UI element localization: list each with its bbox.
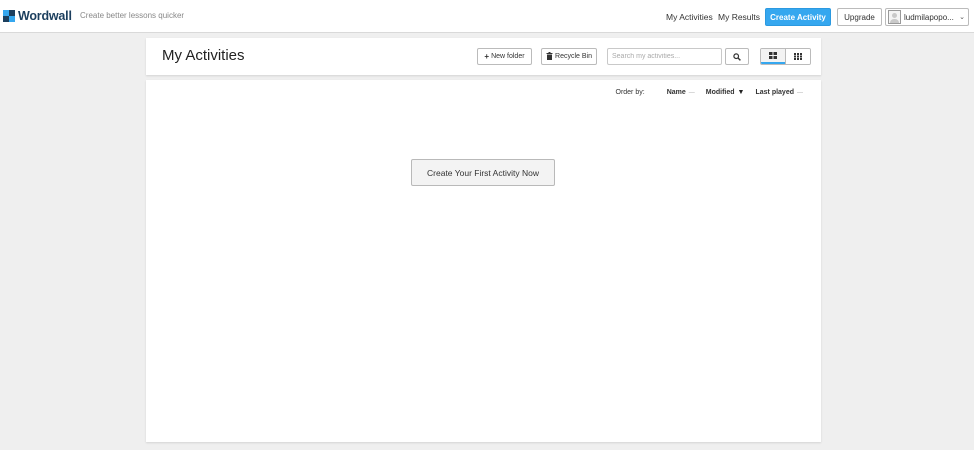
page-header: My Activities + New folder Recycle Bin (146, 38, 821, 75)
wordwall-logo[interactable]: Wordwall (3, 9, 72, 23)
view-toggle (760, 48, 811, 65)
plus-icon: + (484, 52, 490, 61)
sort-icon: — (797, 89, 803, 96)
logo-text: Wordwall (18, 9, 72, 23)
new-folder-label: New folder (491, 53, 525, 60)
order-by-label: Order by: (615, 89, 645, 96)
recycle-bin-label: Recycle Bin (555, 53, 592, 60)
recycle-bin-button[interactable]: Recycle Bin (541, 48, 597, 65)
search-input[interactable] (607, 48, 722, 65)
order-by-name[interactable]: Name — (667, 89, 695, 96)
view-small-grid-button[interactable] (785, 49, 810, 64)
page-title: My Activities (162, 47, 245, 64)
view-large-grid-button[interactable] (761, 49, 785, 64)
new-folder-button[interactable]: + New folder (477, 48, 532, 65)
search-button[interactable] (725, 48, 749, 65)
grid-large-icon (769, 52, 777, 59)
search-icon (733, 52, 741, 61)
order-by-modified[interactable]: Modified ▼ (706, 89, 745, 96)
sort-icon: — (688, 89, 695, 96)
chevron-down-icon: ⌄ (959, 14, 965, 21)
user-menu[interactable]: ludmilapopo... ⌄ (885, 8, 969, 26)
top-navbar: Wordwall Create better lessons quicker M… (0, 0, 974, 33)
nav-my-results[interactable]: My Results (718, 12, 760, 22)
activities-panel: Order by: Name — Modified ▼ Last played … (146, 80, 821, 442)
order-option-label: Modified (705, 89, 735, 96)
order-bar: Order by: Name — Modified ▼ Last played … (616, 89, 804, 96)
trash-icon (546, 51, 553, 62)
caret-down-icon: ▼ (737, 89, 745, 96)
nav-my-activities[interactable]: My Activities (666, 12, 713, 22)
logo-icon (3, 10, 15, 22)
create-first-activity-button[interactable]: Create Your First Activity Now (411, 159, 555, 186)
order-option-label: Name (666, 89, 686, 96)
create-activity-button[interactable]: Create Activity (765, 8, 831, 26)
user-name: ludmilapopo... (904, 12, 954, 22)
avatar (888, 10, 901, 24)
grid-small-icon (794, 53, 802, 60)
order-by-last-played[interactable]: Last played — (755, 89, 803, 96)
upgrade-button[interactable]: Upgrade (837, 8, 882, 26)
order-option-label: Last played (755, 89, 794, 96)
tagline: Create better lessons quicker (80, 11, 185, 20)
